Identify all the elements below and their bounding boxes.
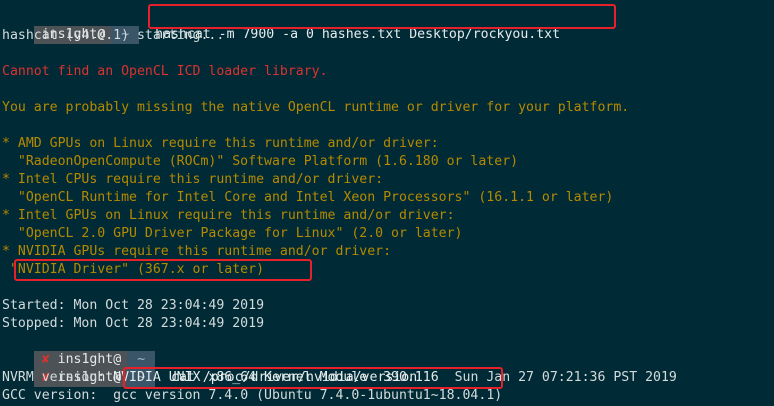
output-stopped: Stopped: Mon Oct 28 23:04:49 2019 — [2, 316, 265, 331]
output-starting: hashcat (v4.0.1) starting... — [2, 28, 225, 43]
gcc-value: gcc version 7.4.0 (Ubuntu 7.4.0-1ubuntu1… — [113, 388, 503, 403]
output-intel-cpu-requirement: * Intel CPUs require this runtime and/or… — [2, 172, 384, 187]
terminal-window[interactable]: ins1ght@ ~ hashcat -m 7900 -a 0 hashes.tx… — [0, 0, 774, 406]
output-missing-runtime: You are probably missing the native Open… — [2, 100, 630, 115]
output-intel-gpu-driver: "OpenCL 2.0 GPU Driver Package for Linux… — [2, 226, 463, 241]
output-started: Started: Mon Oct 28 23:04:49 2019 — [2, 298, 265, 313]
output-intel-cpu-driver: "OpenCL Runtime for Intel Core and Intel… — [2, 190, 614, 205]
command-highlight-box — [148, 4, 616, 29]
nvrm-label: NVRM version: — [2, 370, 114, 385]
nvrm-highlight-box — [123, 367, 503, 389]
gcc-label: GCC version: — [2, 388, 114, 403]
nvidia-driver-highlight-box — [14, 259, 312, 281]
output-amd-driver: "RadeonOpenCompute (ROCm)" Software Plat… — [2, 154, 519, 169]
prompt-line-2: ✘ ins1ght@ ~ — [2, 333, 156, 369]
output-error: Cannot find an OpenCL ICD loader library… — [2, 64, 328, 79]
output-gcc-version: GCC version: gcc version 7.4.0 (Ubuntu 7… — [2, 387, 502, 405]
output-amd-requirement: * AMD GPUs on Linux require this runtime… — [2, 136, 439, 151]
output-intel-gpu-requirement: * Intel GPUs on Linux require this runti… — [2, 208, 455, 223]
